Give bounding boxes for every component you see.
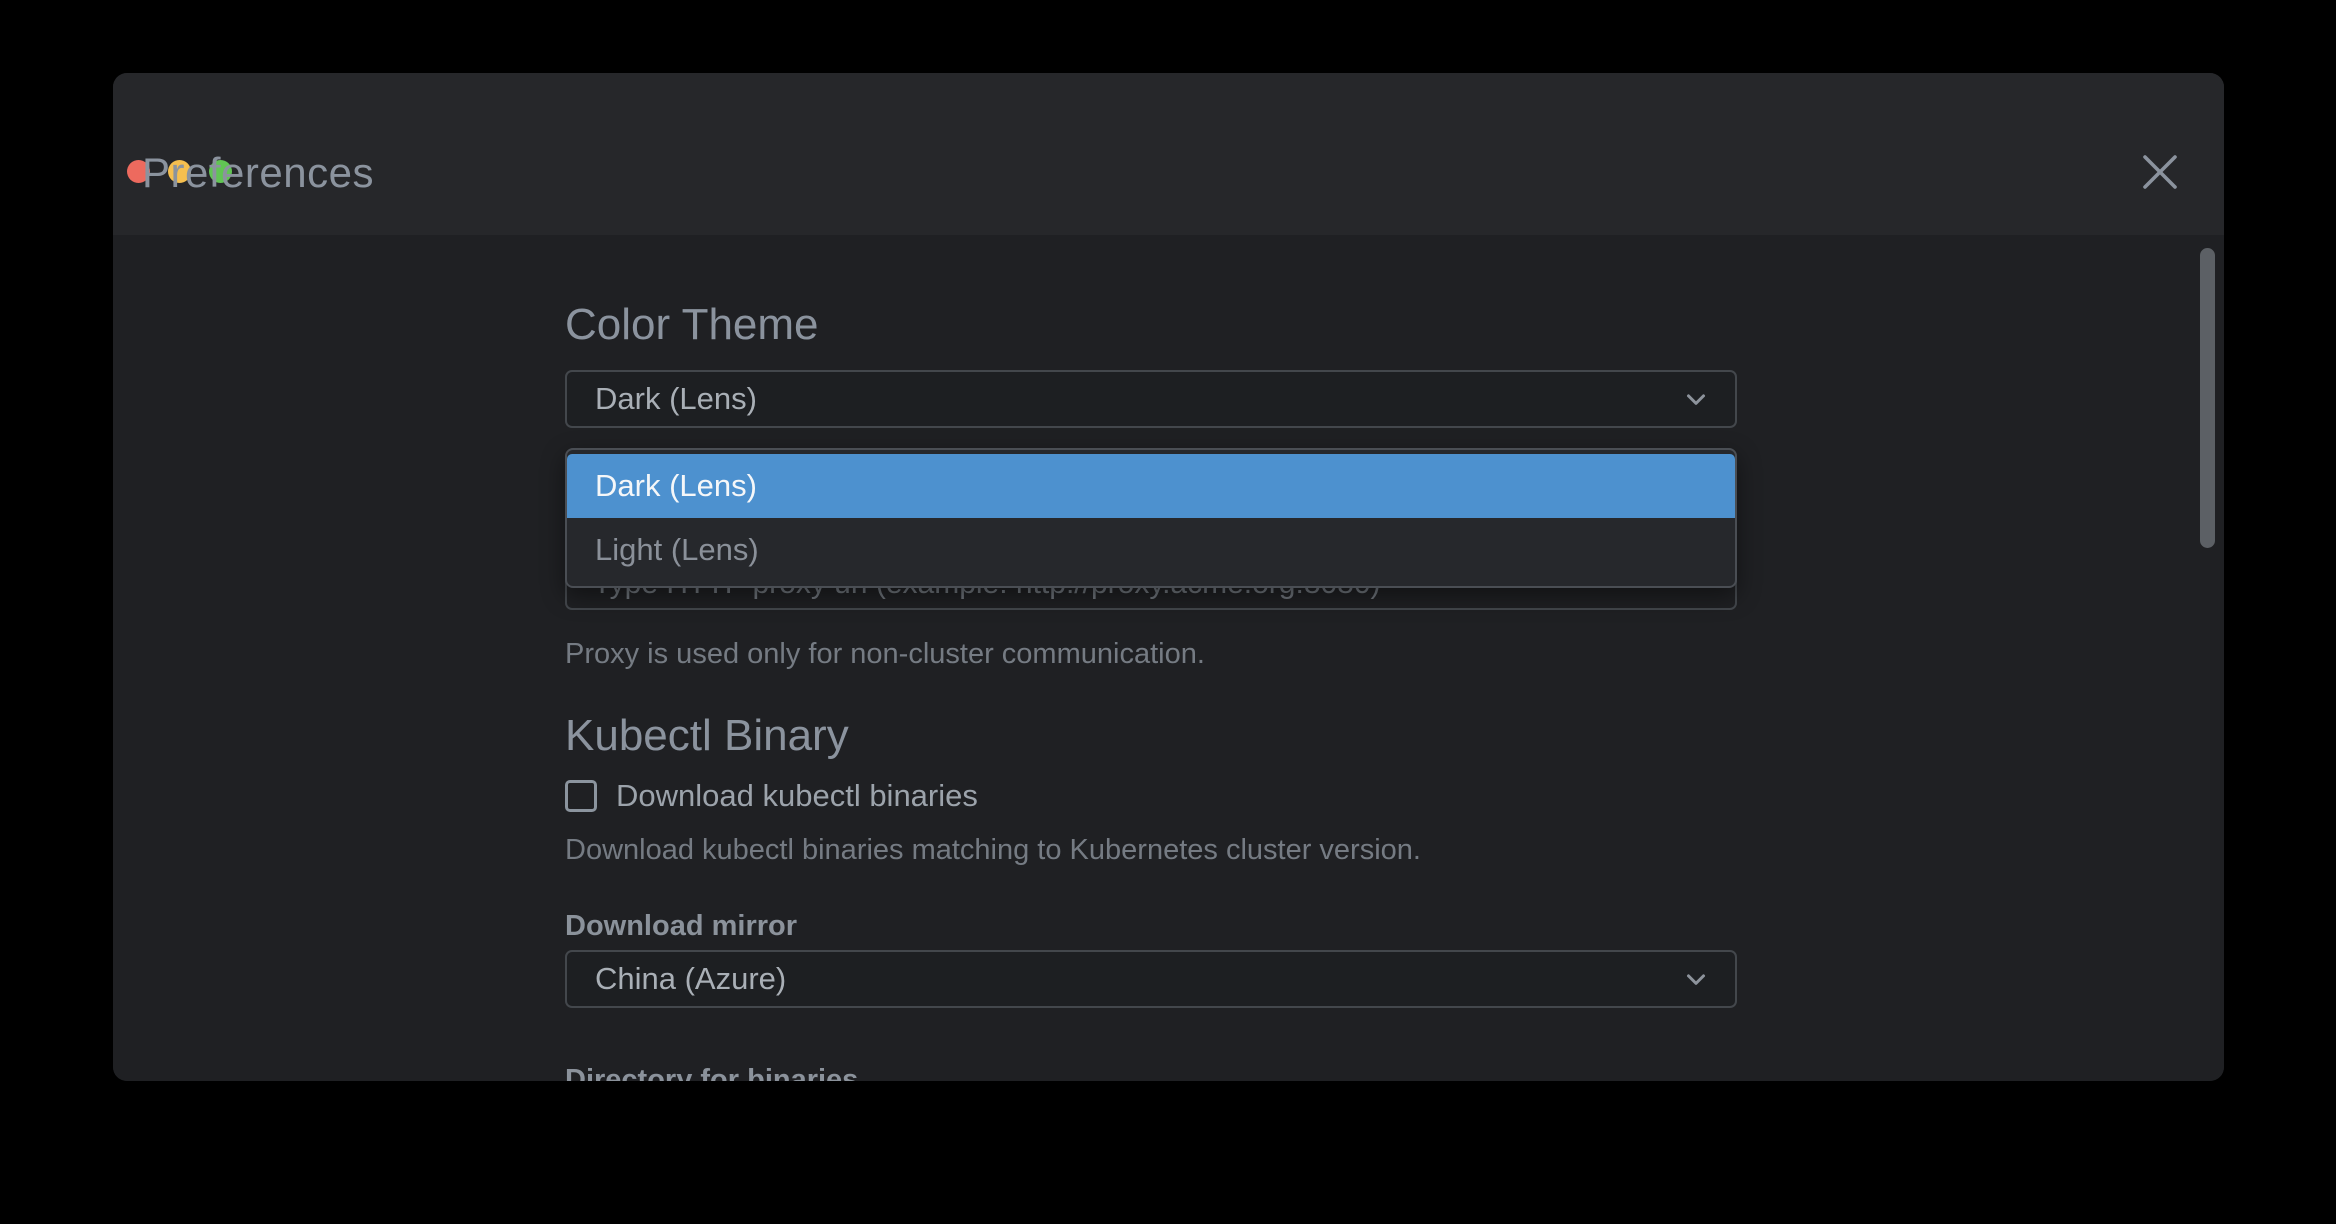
proxy-help-text: Proxy is used only for non-cluster commu… bbox=[565, 637, 1205, 671]
close-icon bbox=[2137, 149, 2183, 195]
page-title: Preferences bbox=[142, 149, 374, 197]
chevron-down-icon bbox=[1681, 384, 1711, 414]
download-mirror-select[interactable]: China (Azure) bbox=[565, 950, 1737, 1008]
download-kubectl-checkbox-row[interactable]: Download kubectl binaries bbox=[565, 778, 978, 814]
color-theme-select-value: Dark (Lens) bbox=[595, 381, 757, 417]
checkbox-icon[interactable] bbox=[565, 780, 597, 812]
color-theme-dropdown: Dark (Lens) Light (Lens) bbox=[565, 448, 1737, 588]
download-kubectl-label: Download kubectl binaries bbox=[616, 778, 978, 814]
preferences-window: Preferences Color Theme Dark (Lens) bbox=[113, 73, 2224, 1081]
color-theme-select[interactable]: Dark (Lens) bbox=[565, 370, 1737, 428]
scrollbar-thumb[interactable] bbox=[2200, 248, 2215, 548]
dropdown-option-dark-lens[interactable]: Dark (Lens) bbox=[567, 454, 1735, 518]
kubectl-binary-heading: Kubectl Binary bbox=[565, 712, 849, 760]
titlebar: Preferences bbox=[113, 73, 2224, 235]
preferences-content: Color Theme Dark (Lens) Dark (Lens) Ligh… bbox=[113, 235, 2224, 1081]
download-mirror-select-value: China (Azure) bbox=[595, 961, 786, 997]
kubectl-help-text: Download kubectl binaries matching to Ku… bbox=[565, 833, 1421, 867]
color-theme-heading: Color Theme bbox=[565, 301, 819, 349]
dropdown-option-light-lens[interactable]: Light (Lens) bbox=[567, 518, 1735, 582]
chevron-down-icon bbox=[1681, 964, 1711, 994]
close-button[interactable] bbox=[2133, 145, 2187, 199]
directory-for-binaries-label: Directory for binaries bbox=[565, 1063, 858, 1081]
download-mirror-label: Download mirror bbox=[565, 909, 797, 943]
